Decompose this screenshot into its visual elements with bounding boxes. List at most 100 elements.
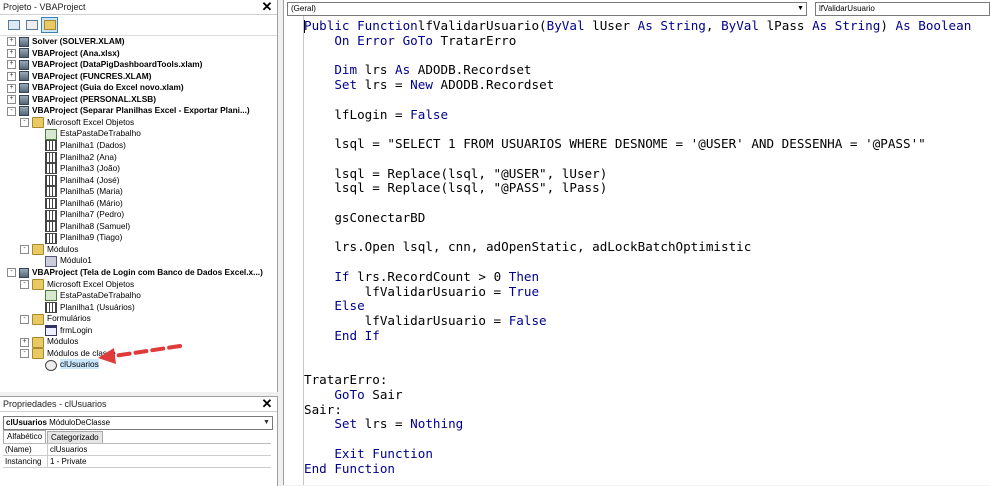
code-line[interactable]: lsql = Replace(lsql, "@USER", lUser): [304, 166, 607, 181]
tree-item[interactable]: EstaPastaDeTrabalho: [33, 128, 141, 140]
tree-item-label: Planilha6 (Mário): [60, 197, 123, 208]
chevron-down-icon[interactable]: ▼: [261, 417, 272, 429]
tree-item[interactable]: + Solver (SOLVER.XLAM): [7, 36, 125, 47]
close-icon[interactable]: ✕: [261, 0, 273, 13]
property-row[interactable]: (Name) clUsuarios: [3, 444, 271, 456]
tree-item[interactable]: + VBAProject (Ana.xlsx): [7, 48, 120, 59]
expand-icon[interactable]: +: [20, 337, 29, 347]
properties-grid: (Name) clUsuarios Instancing 1 - Private: [3, 443, 271, 468]
code-line[interactable]: lsql = Replace(lsql, "@PASS", lPass): [304, 180, 607, 195]
worksheet-icon: [45, 198, 57, 209]
tree-item[interactable]: - Microsoft Excel Objetos: [20, 117, 134, 129]
chevron-down-icon[interactable]: ▼: [795, 3, 806, 15]
tree-item[interactable]: Planilha1 (Usuários): [33, 302, 135, 313]
view-code-button[interactable]: [5, 17, 22, 33]
tree-item-label: Módulos: [47, 336, 79, 347]
collapse-icon[interactable]: -: [20, 118, 29, 128]
code-line[interactable]: Dim lrs As ADODB.Recordset: [304, 62, 531, 77]
tree-item[interactable]: + VBAProject (PERSONAL.XLSB): [7, 94, 156, 105]
tree-item[interactable]: Planilha5 (Maria): [33, 186, 123, 198]
code-line[interactable]: lrs.Open lsql, cnn, adOpenStatic, adLock…: [304, 239, 751, 254]
expand-icon[interactable]: +: [7, 60, 16, 70]
tree-item[interactable]: Planilha3 (João): [33, 163, 120, 175]
code-line[interactable]: Public FunctionlfValidarUsuario(ByVal lU…: [304, 18, 971, 33]
view-code-icon: [8, 20, 20, 30]
folder-icon: [32, 348, 44, 360]
tree-item[interactable]: + VBAProject (Guia do Excel novo.xlam): [7, 82, 184, 93]
code-line[interactable]: TratarErro:: [304, 372, 387, 387]
code-line[interactable]: Else: [304, 298, 364, 313]
project-icon: [19, 36, 29, 47]
code-line[interactable]: lfValidarUsuario = True: [304, 284, 539, 299]
code-line[interactable]: Set lrs = New ADODB.Recordset: [304, 77, 554, 92]
expand-icon[interactable]: +: [7, 95, 16, 105]
code-line[interactable]: lsql = "SELECT 1 FROM USUARIOS WHERE DES…: [304, 136, 925, 151]
object-combo[interactable]: (Geral) ▼: [287, 2, 807, 16]
tree-item[interactable]: Planilha6 (Mário): [33, 198, 123, 209]
expand-icon[interactable]: +: [7, 71, 16, 81]
expand-icon[interactable]: +: [7, 48, 16, 58]
tree-item[interactable]: Planilha1 (Dados): [33, 140, 126, 152]
tree-item[interactable]: - Módulos: [20, 244, 78, 256]
collapse-icon[interactable]: -: [20, 245, 29, 255]
collapse-icon[interactable]: -: [7, 268, 16, 278]
tree-item[interactable]: Planilha4 (José): [33, 175, 120, 186]
code-line[interactable]: lfValidarUsuario = False: [304, 313, 547, 328]
tree-item[interactable]: - VBAProject (Tela de Login com Banco de …: [7, 267, 263, 278]
worksheet-icon: [45, 301, 57, 313]
tree-item[interactable]: clUsuarios: [33, 359, 99, 371]
tree-item[interactable]: EstaPastaDeTrabalho: [33, 290, 141, 302]
code-line[interactable]: Sair:: [304, 402, 342, 417]
project-icon: [19, 59, 29, 70]
code-gutter[interactable]: [284, 16, 304, 485]
property-value[interactable]: clUsuarios: [47, 444, 87, 455]
property-row[interactable]: Instancing 1 - Private: [3, 456, 271, 468]
code-keyword: End Function: [304, 460, 395, 476]
tree-item[interactable]: frmLogin: [33, 325, 92, 337]
tree-item[interactable]: - Formulários: [20, 313, 91, 325]
worksheet-icon: [45, 221, 57, 233]
property-value[interactable]: 1 - Private: [47, 456, 86, 467]
collapse-icon[interactable]: -: [20, 279, 29, 289]
code-line[interactable]: If lrs.RecordCount > 0 Then: [304, 269, 539, 284]
tree-item[interactable]: + Módulos: [20, 336, 79, 348]
code-keyword: As Boolean: [895, 18, 972, 33]
code-line[interactable]: lfLogin = False: [304, 107, 448, 122]
collapse-icon[interactable]: -: [7, 106, 16, 116]
worksheet-icon: [45, 209, 57, 221]
code-line[interactable]: End If: [304, 328, 380, 343]
close-icon[interactable]: ✕: [261, 397, 273, 410]
tree-item[interactable]: Planilha7 (Pedro): [33, 209, 124, 221]
object-selector[interactable]: clUsuarios MóduloDeClasse ▼: [3, 416, 273, 430]
tree-item[interactable]: + VBAProject (DataPigDashboardTools.xlam): [7, 59, 202, 70]
tree-item[interactable]: - VBAProject (Separar Planilhas Excel - E…: [7, 105, 250, 117]
code-text: lsql = Replace(lsql, "@PASS", lPass): [304, 180, 608, 196]
code-line[interactable]: Exit Function: [304, 446, 433, 461]
tree-item[interactable]: Planilha8 (Samuel): [33, 221, 130, 233]
tab-alfabetico[interactable]: Alfabético: [3, 430, 47, 443]
code-line[interactable]: End Function: [304, 461, 395, 476]
collapse-icon[interactable]: -: [20, 349, 29, 359]
code-line[interactable]: Set lrs = Nothing: [304, 416, 463, 431]
project-explorer-title: Projeto - VBAProject: [3, 2, 86, 12]
toggle-folders-button[interactable]: [41, 17, 58, 33]
expand-icon[interactable]: +: [7, 83, 16, 93]
tree-item[interactable]: Módulo1: [33, 255, 92, 267]
tree-item[interactable]: - Microsoft Excel Objetos: [20, 279, 134, 290]
code-line[interactable]: GoTo Sair: [304, 387, 402, 402]
code-line[interactable]: On Error GoTo TratarErro: [304, 33, 516, 48]
tree-item[interactable]: Planilha2 (Ana): [33, 152, 117, 163]
tree-item[interactable]: + VBAProject (FUNCRES.XLAM): [7, 71, 151, 82]
procedure-combo[interactable]: lfValidarUsuario: [815, 2, 990, 16]
code-line[interactable]: gsConectarBD: [304, 210, 425, 225]
view-object-button[interactable]: [23, 17, 40, 33]
tree-item-label: Planilha3 (João): [60, 163, 120, 174]
tree-item-label: VBAProject (FUNCRES.XLAM): [32, 70, 152, 81]
object-name: clUsuarios: [6, 418, 47, 427]
code-keyword: Set: [334, 77, 358, 92]
workbook-icon: [45, 128, 57, 140]
expand-icon[interactable]: +: [7, 37, 16, 47]
collapse-icon[interactable]: -: [20, 314, 29, 324]
view-object-icon: [26, 20, 38, 30]
tree-item[interactable]: Planilha9 (Tiago): [33, 232, 122, 244]
